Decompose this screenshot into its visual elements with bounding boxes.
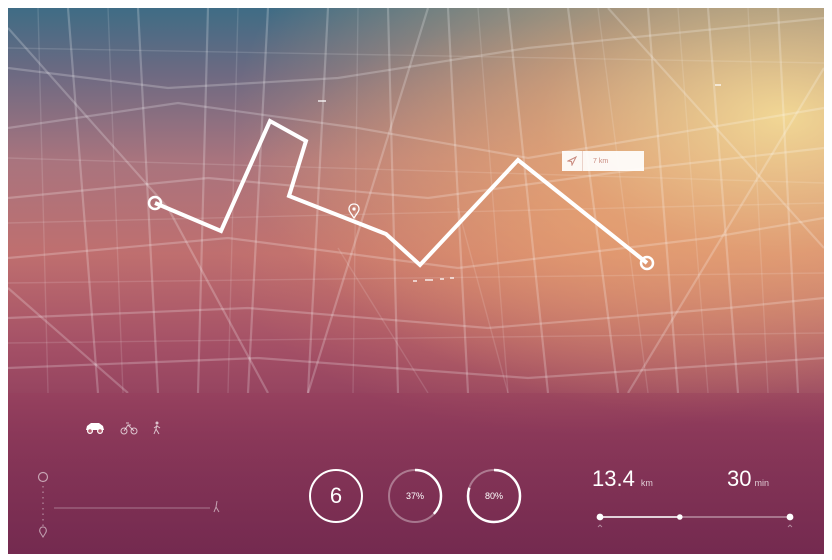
location-pin-icon [348, 203, 360, 220]
zoom-top-circle [37, 471, 49, 483]
slider-handle [677, 514, 683, 520]
duration-unit: min [754, 478, 769, 488]
duration-value: 30 [727, 466, 752, 491]
zoom-control[interactable] [30, 468, 240, 538]
car-icon[interactable] [84, 421, 106, 435]
stat-circle-count[interactable]: 6 [307, 467, 365, 525]
distance-tag: 7 km [562, 151, 644, 171]
stat-circle-percent-2[interactable]: 80% [465, 467, 523, 525]
walk-marker-icon [213, 500, 220, 513]
slider-start-knob [596, 513, 604, 521]
navigation-arrow-icon [562, 151, 583, 171]
bike-icon[interactable] [120, 421, 138, 435]
trip-duration: 30 min [727, 466, 769, 492]
walk-icon[interactable] [152, 421, 162, 435]
pin-marker-icon [39, 526, 47, 538]
distance-unit: km [640, 478, 653, 488]
count-value: 6 [329, 483, 343, 508]
distance-tag-label: 7 km [593, 157, 609, 165]
stat-circle-percent-1[interactable]: 37% [386, 467, 444, 525]
transport-mode-selector [84, 418, 162, 438]
percent-value: 80% [484, 491, 503, 501]
percent-value: 37% [405, 491, 424, 501]
trip-progress-slider[interactable] [596, 510, 796, 530]
trip-distance: 13.4 km [592, 466, 653, 492]
street-map[interactable] [8, 8, 824, 393]
slider-end-knob [786, 513, 794, 521]
street-grid [8, 8, 824, 393]
distance-value: 13.4 [592, 466, 635, 491]
route-line [154, 118, 649, 268]
